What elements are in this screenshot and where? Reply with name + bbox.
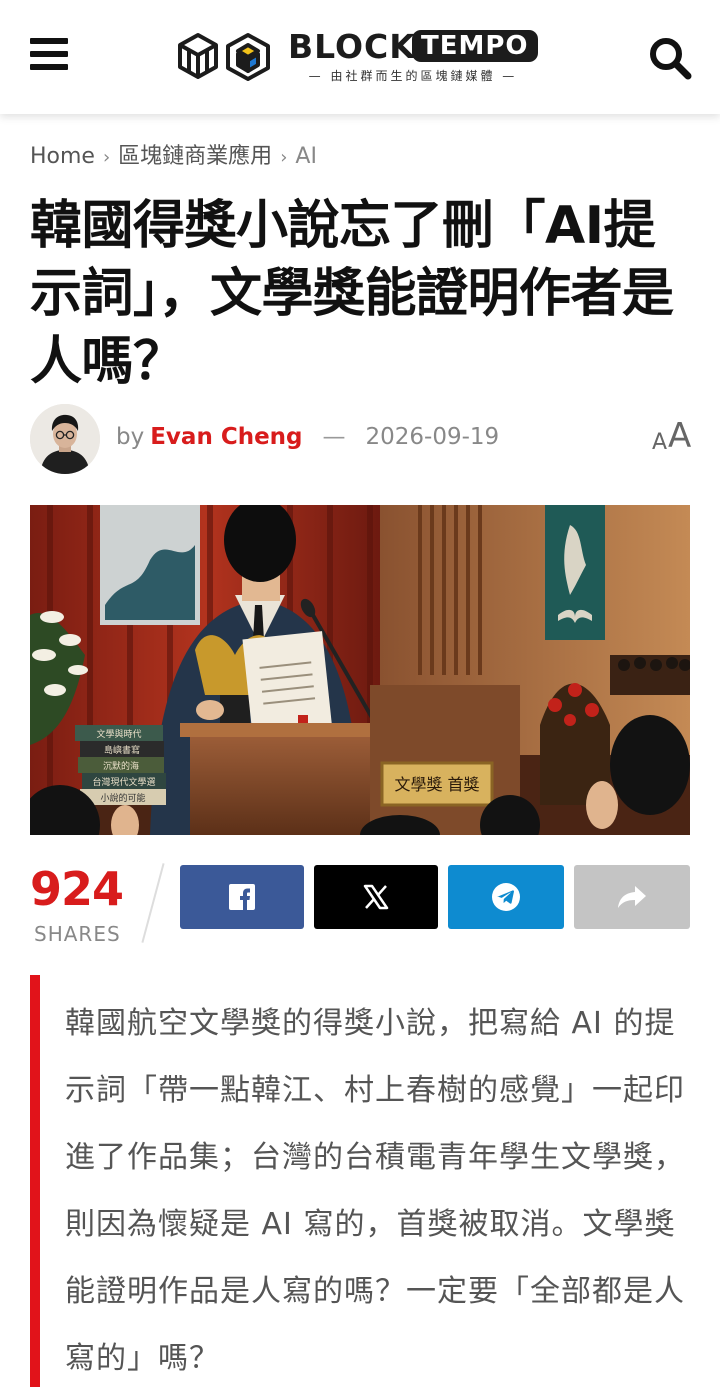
hamburger-menu-icon[interactable]	[30, 36, 68, 72]
article-meta: by Evan Cheng — 2026-09-19	[116, 424, 499, 450]
meta-separator: —	[322, 424, 346, 450]
logo-cube-icon	[178, 33, 270, 81]
lead-quote-bar	[30, 975, 40, 1387]
share-x-button[interactable]	[314, 865, 438, 929]
share-more-button[interactable]	[574, 865, 690, 929]
telegram-icon	[492, 883, 520, 911]
by-label: by	[116, 424, 145, 450]
font-size-small-glyph: A	[652, 430, 668, 455]
book-spine-5: 小說的可能	[100, 792, 145, 804]
logo-wordmark-tempo: TEMPO	[412, 30, 538, 62]
share-arrow-icon	[618, 886, 646, 908]
chevron-right-icon: ›	[280, 147, 288, 168]
logo-tagline: — 由社群而生的區塊鏈媒體 —	[308, 69, 518, 83]
breadcrumb-category[interactable]: 區塊鏈商業應用	[118, 144, 272, 169]
share-telegram-button[interactable]	[448, 865, 564, 929]
book-spine-3: 沉默的海	[103, 760, 139, 772]
facebook-icon	[229, 884, 255, 910]
share-count: 924	[30, 862, 124, 916]
share-facebook-button[interactable]	[180, 865, 304, 929]
publish-date: 2026-09-19	[365, 424, 500, 450]
author-link[interactable]: Evan Cheng	[150, 424, 302, 450]
breadcrumb-current[interactable]: AI	[295, 144, 317, 169]
book-spine-1: 文學與時代	[96, 728, 141, 740]
article-hero-image[interactable]: 文學獎 首獎 文學與時代 島嶼書寫 沉默的海 台灣現代文學選 小說的可能	[30, 505, 690, 835]
book-spine-4: 台灣現代文學選	[92, 776, 155, 788]
search-icon[interactable]	[648, 36, 692, 80]
font-size-large-glyph: A	[668, 416, 692, 456]
share-count-label: SHARES	[34, 922, 121, 946]
site-header: BLOCK TEMPO — 由社群而生的區塊鏈媒體 —	[0, 0, 720, 114]
breadcrumb: Home › 區塊鏈商業應用 › AI	[30, 138, 317, 170]
article-title: 韓國得獎小說忘了刪「AI提示詞」，文學獎能證明作者是人嗎？	[30, 196, 674, 392]
chevron-right-icon: ›	[102, 147, 111, 168]
author-avatar[interactable]	[30, 404, 100, 474]
shares-divider	[141, 863, 165, 943]
book-spine-2: 島嶼書寫	[104, 744, 140, 756]
font-size-toggle-icon[interactable]: A A	[652, 416, 696, 456]
article-lead: 韓國航空文學獎的得獎小說，把寫給 AI 的提示詞「帶一點韓江、村上春樹的感覺」一…	[65, 1006, 685, 1376]
podium-sign-text: 文學獎 首獎	[394, 775, 479, 794]
logo-wordmark-block: BLOCK	[288, 27, 416, 66]
x-icon	[363, 884, 389, 910]
site-logo[interactable]: BLOCK TEMPO — 由社群而生的區塊鏈媒體 —	[176, 27, 546, 87]
breadcrumb-home[interactable]: Home	[30, 144, 95, 169]
